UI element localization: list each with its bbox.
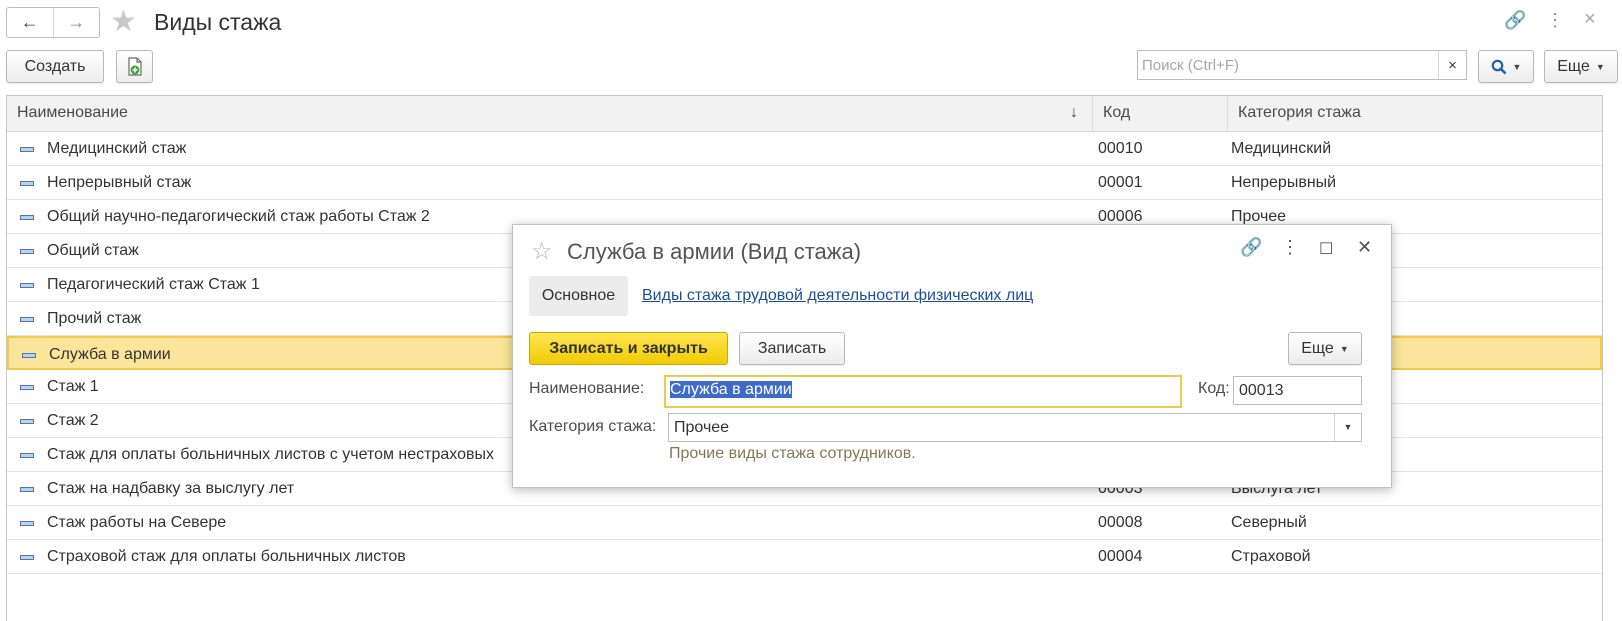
more-button-label: Еще [1557, 57, 1590, 75]
search-options-button[interactable]: ▼ [1478, 50, 1534, 83]
favorite-star-icon[interactable]: ★ [110, 6, 137, 38]
item-marker-icon [20, 521, 34, 526]
category-hint: Прочие виды стажа сотрудников. [669, 445, 916, 462]
item-marker-icon [20, 453, 34, 458]
dropdown-caret-icon: ▼ [1339, 343, 1349, 354]
item-marker-icon [22, 353, 36, 358]
cell-name: Страховой стаж для оплаты больничных лис… [47, 548, 406, 565]
link-icon[interactable]: 🔗 [1240, 237, 1262, 258]
item-marker-icon [20, 249, 34, 254]
code-label: Код: [1198, 380, 1230, 397]
back-arrow-icon[interactable]: ← [7, 8, 53, 37]
table-row[interactable]: Медицинский стаж 00010 Медицинский [7, 132, 1602, 166]
close-icon[interactable]: × [1584, 8, 1596, 31]
close-icon[interactable]: ✕ [1357, 237, 1372, 258]
document-add-icon [127, 56, 142, 76]
create-from-file-button[interactable] [116, 50, 153, 83]
item-marker-icon [20, 385, 34, 390]
more-button[interactable]: Еще ▼ [1544, 50, 1618, 83]
tab-link-work-experience[interactable]: Виды стажа трудовой деятельности физичес… [642, 287, 1033, 305]
cell-name: Стаж 2 [47, 412, 99, 429]
cell-category: Страховой [1231, 548, 1311, 565]
save-button[interactable]: Записать [739, 332, 845, 365]
table-row[interactable]: Непрерывный стаж 00001 Непрерывный [7, 166, 1602, 200]
cell-code: 00004 [1098, 548, 1143, 565]
cell-code: 00008 [1098, 514, 1143, 531]
cell-name: Педагогический стаж Стаж 1 [47, 276, 260, 293]
cell-category: Медицинский [1231, 140, 1332, 157]
sort-down-icon: ↓ [1070, 104, 1078, 121]
save-and-close-button[interactable]: Записать и закрыть [529, 332, 728, 365]
name-label: Наименование: [529, 380, 645, 397]
link-icon[interactable]: 🔗 [1504, 10, 1526, 31]
item-marker-icon [20, 487, 34, 492]
dropdown-caret-icon: ▼ [1512, 61, 1522, 72]
name-input[interactable]: Служба в армии [664, 375, 1182, 408]
dialog-more-label: Еще [1301, 339, 1334, 357]
item-marker-icon [20, 181, 34, 186]
cell-name: Общий научно-педагогический стаж работы … [47, 208, 430, 225]
cell-name: Стаж для оплаты больничных листов с учет… [47, 446, 495, 463]
tab-main[interactable]: Основное [529, 276, 628, 316]
category-select-value: Прочее [674, 419, 730, 436]
code-input[interactable]: 00013 [1233, 376, 1362, 405]
item-marker-icon [20, 283, 34, 288]
item-marker-icon [20, 147, 34, 152]
search-clear-icon[interactable]: × [1438, 51, 1466, 79]
favorite-star-icon[interactable]: ☆ [531, 237, 553, 266]
search-field: × [1137, 50, 1467, 80]
table-header: Наименование ↓ Код Категория стажа [7, 96, 1602, 132]
item-marker-icon [20, 215, 34, 220]
cell-name: Служба в армии [49, 346, 171, 363]
cell-name: Общий стаж [47, 242, 139, 259]
cell-code: 00010 [1098, 140, 1143, 157]
page-title: Виды стажа [154, 9, 282, 35]
category-select[interactable]: Прочее ▼ [668, 413, 1362, 442]
forward-arrow-icon[interactable]: → [52, 8, 100, 37]
item-marker-icon [20, 419, 34, 424]
dropdown-arrow-icon[interactable]: ▼ [1334, 414, 1361, 441]
navigation-buttons: ← → [6, 7, 100, 38]
item-marker-icon [20, 317, 34, 322]
edit-dialog: ☆ Служба в армии (Вид стажа) 🔗 ⋮ ☐ ✕ Осн… [512, 224, 1392, 488]
dialog-title: Служба в армии (Вид стажа) [567, 239, 862, 264]
cell-name: Стаж 1 [47, 378, 99, 395]
dropdown-caret-icon: ▼ [1595, 61, 1605, 72]
cell-category: Северный [1231, 514, 1307, 531]
cell-name: Медицинский стаж [47, 140, 187, 157]
cell-name: Непрерывный стаж [47, 174, 192, 191]
category-label: Категория стажа: [529, 418, 657, 435]
table-row[interactable]: Страховой стаж для оплаты больничных лис… [7, 540, 1602, 574]
column-header-code[interactable]: Код [1092, 96, 1227, 131]
maximize-icon[interactable]: ☐ [1319, 239, 1333, 259]
create-button[interactable]: Создать [6, 50, 104, 83]
cell-name: Прочий стаж [47, 310, 142, 327]
more-vertical-icon[interactable]: ⋮ [1546, 10, 1564, 31]
table-row[interactable]: Стаж работы на Севере 00008 Северный [7, 506, 1602, 540]
search-icon [1491, 59, 1506, 74]
cell-name: Стаж работы на Севере [47, 514, 227, 531]
name-input-value: Служба в армии [670, 381, 792, 398]
search-input[interactable] [1138, 51, 1438, 79]
cell-code: 00001 [1098, 174, 1143, 191]
column-header-name[interactable]: Наименование ↓ [7, 96, 1092, 131]
item-marker-icon [20, 555, 34, 560]
more-vertical-icon[interactable]: ⋮ [1281, 237, 1299, 258]
cell-name: Стаж на надбавку за выслугу лет [47, 480, 295, 497]
cell-category: Непрерывный [1231, 174, 1337, 191]
column-header-category[interactable]: Категория стажа [1227, 96, 1604, 131]
dialog-more-button[interactable]: Еще ▼ [1288, 332, 1362, 365]
